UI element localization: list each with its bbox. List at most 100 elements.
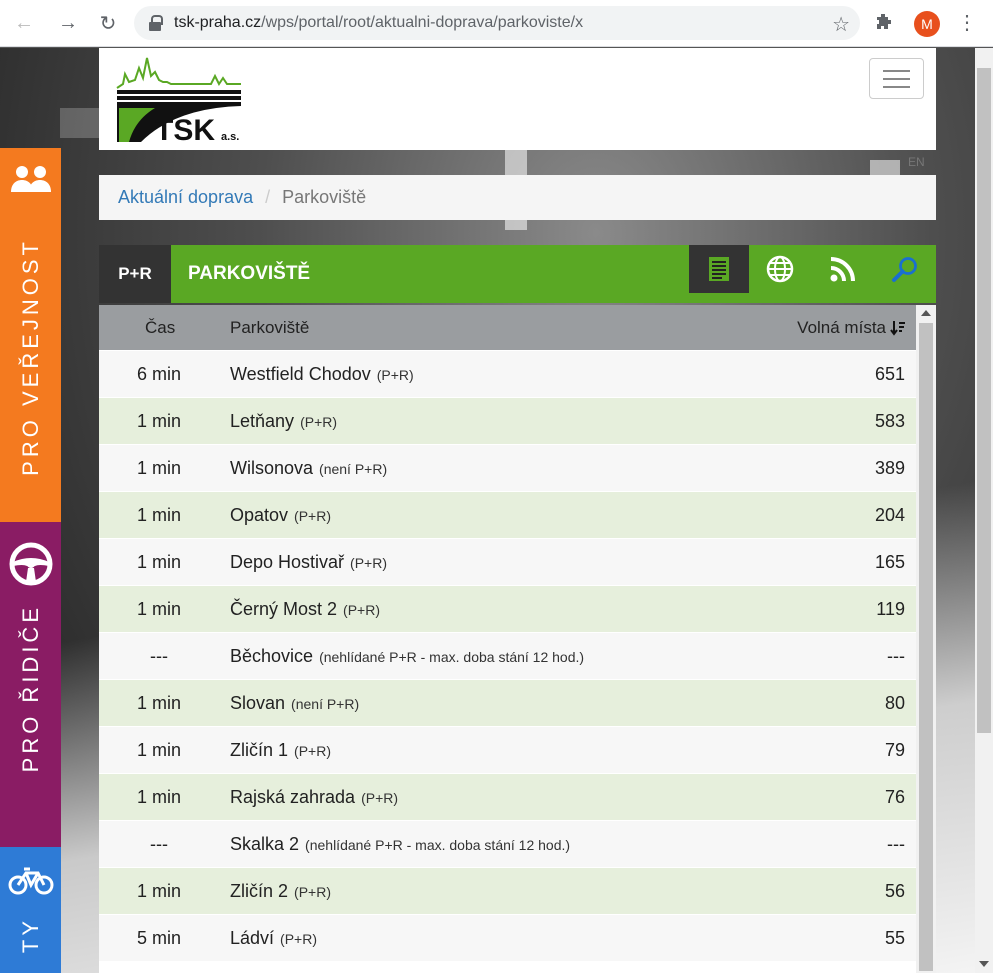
parking-type: (nehlídané P+R - max. doba stání 12 hod.… [305, 836, 571, 853]
parking-type: (P+R) [300, 413, 338, 430]
tsk-logo[interactable]: TSK a.s. [115, 54, 245, 147]
table-body: 6 min Westfield Chodov (P+R) 651 1 min Letňan… [99, 351, 916, 962]
parking-type: (není P+R) [291, 695, 360, 712]
widget-title: PARKOVIŠTĚ [188, 263, 311, 284]
parking-type: (P+R) [343, 601, 380, 618]
site-header: TSK a.s. [99, 48, 936, 150]
language-switch[interactable]: EN [908, 155, 925, 169]
tab-label: TY [17, 917, 43, 954]
cell-name: Ládví (P+R) [230, 928, 317, 949]
parking-type: (není P+R) [319, 460, 388, 477]
table-row[interactable]: 6 min Westfield Chodov (P+R) 651 [99, 351, 916, 398]
cell-name: Opatov (P+R) [230, 505, 331, 526]
parking-type: (nehlídané P+R - max. doba stání 12 hod.… [319, 648, 585, 665]
cell-name: Depo Hostivař (P+R) [230, 552, 387, 573]
cell-time: 1 min [136, 551, 181, 572]
cell-time: 5 min [136, 927, 181, 948]
table-row[interactable]: 1 min Rajská zahrada (P+R) 76 [99, 774, 916, 821]
reload-icon[interactable]: ↻ [92, 7, 124, 39]
search-icon [892, 257, 917, 282]
list-view-button[interactable] [689, 245, 749, 293]
sort-desc-icon [890, 320, 905, 336]
back-icon[interactable]: ← [8, 7, 40, 39]
table-row[interactable]: --- Skalka 2 (nehlídané P+R - max. doba st… [99, 821, 916, 868]
cell-time: 1 min [136, 739, 181, 760]
parking-name: Westfield Chodov [230, 363, 371, 384]
search-button[interactable] [875, 245, 935, 293]
cell-free: 204 [874, 504, 905, 525]
cell-free: 165 [874, 551, 905, 572]
parking-type: (P+R) [280, 930, 317, 947]
lock-icon [148, 15, 163, 31]
table-row[interactable]: 1 min Depo Hostivař (P+R) 165 [99, 539, 916, 586]
parking-type: (P+R) [361, 789, 399, 806]
cell-free: 56 [884, 880, 905, 901]
cell-time: 1 min [136, 786, 181, 807]
cell-time: 1 min [136, 410, 181, 431]
parking-type: (P+R) [350, 554, 387, 571]
cell-time: 1 min [136, 880, 181, 901]
cell-free: --- [887, 833, 905, 854]
column-header-free-label: Volná místa [797, 317, 886, 337]
cell-free: 651 [874, 363, 905, 384]
cell-name: Rajská zahrada (P+R) [230, 787, 398, 808]
extensions-icon[interactable] [874, 12, 896, 34]
page-scrollbar[interactable] [975, 48, 993, 973]
cell-free: 80 [884, 692, 905, 713]
browser-toolbar: ← → ↻ tsk-praha.cz/wps/portal/root/aktua… [0, 0, 993, 47]
bookmark-star-icon[interactable]: ☆ [832, 12, 850, 37]
table-scrollbar[interactable] [916, 305, 936, 973]
parking-name: Opatov [230, 504, 289, 525]
cell-time: 6 min [136, 363, 181, 384]
parking-type: (P+R) [376, 366, 414, 383]
breadcrumb-link-aktualni-doprava[interactable]: Aktuální doprava [118, 187, 253, 208]
forward-icon[interactable]: → [52, 7, 84, 39]
parking-name: Běchovice [230, 645, 314, 666]
table-header: Čas Parkoviště Volná místa [99, 305, 916, 350]
table-row[interactable]: 1 min Letňany (P+R) 583 [99, 398, 916, 445]
page-scrollbar-thumb[interactable] [977, 68, 991, 733]
table-row[interactable]: 1 min Wilsonova (není P+R) 389 [99, 445, 916, 492]
people-icon [10, 166, 51, 192]
steering-wheel-icon [9, 542, 52, 586]
breadcrumb-separator: / [265, 187, 271, 207]
cell-free: 79 [884, 739, 905, 760]
parking-name: Zličín 2 [230, 880, 289, 901]
table-row[interactable]: --- Běchovice (nehlídané P+R - max. doba s… [99, 633, 916, 680]
table-row[interactable]: 1 min Opatov (P+R) 204 [99, 492, 916, 539]
parking-name: Ládví [230, 927, 275, 948]
breadcrumb: Aktuální doprava / Parkoviště [99, 175, 936, 220]
cell-name: Letňany (P+R) [230, 411, 337, 432]
address-bar[interactable]: tsk-praha.cz/wps/portal/root/aktualni-do… [134, 6, 860, 40]
menu-kebab-icon[interactable]: ⋮ [957, 10, 977, 35]
table-row[interactable]: 1 min Zličín 1 (P+R) 79 [99, 727, 916, 774]
table-row[interactable]: 5 min Ládví (P+R) 55 [99, 915, 916, 962]
column-header-free[interactable]: Volná místa [797, 318, 906, 338]
map-view-button[interactable] [750, 245, 810, 293]
scroll-up-icon[interactable] [921, 310, 931, 316]
parking-name: Černý Most 2 [230, 598, 338, 619]
parking-type: (P+R) [294, 507, 331, 524]
table-row[interactable]: 1 min Zličín 2 (P+R) 56 [99, 868, 916, 915]
scrollbar-thumb[interactable] [919, 323, 933, 971]
tab-label: PRO ŘIDIČE [17, 604, 43, 773]
table-row[interactable]: 1 min Černý Most 2 (P+R) 119 [99, 586, 916, 633]
cell-name: Zličín 2 (P+R) [230, 881, 331, 902]
cell-free: --- [887, 645, 905, 666]
cell-name: Zličín 1 (P+R) [230, 740, 331, 761]
cell-time: --- [150, 833, 168, 854]
parking-name: Rajská zahrada [230, 786, 356, 807]
tab-pro-ridice[interactable]: PRO ŘIDIČE [0, 522, 61, 847]
tab-label: PRO VEŘEJNOST [17, 238, 43, 476]
hamburger-menu-button[interactable] [869, 58, 924, 99]
cell-name: Slovan (není P+R) [230, 693, 359, 714]
rss-button[interactable] [813, 245, 873, 293]
column-header-time[interactable]: Čas [145, 318, 175, 338]
cell-name: Běchovice (nehlídané P+R - max. doba stán… [230, 646, 584, 667]
tab-cyklo[interactable]: TY [0, 847, 61, 973]
tab-pro-verejnost[interactable]: PRO VEŘEJNOST [0, 148, 61, 522]
table-row[interactable]: 1 min Slovan (není P+R) 80 [99, 680, 916, 727]
scroll-down-icon[interactable] [979, 961, 989, 967]
column-header-name[interactable]: Parkoviště [230, 318, 309, 338]
profile-avatar[interactable]: M [914, 11, 940, 37]
